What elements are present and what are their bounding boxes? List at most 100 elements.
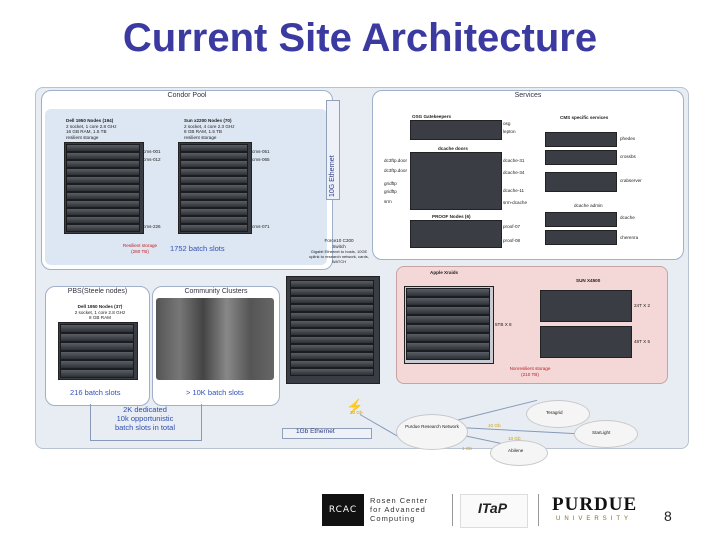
condor-pool-title: Condor Pool [167, 92, 207, 99]
cms-5: dcache [620, 215, 635, 220]
server-unit [180, 200, 248, 208]
node-label-4: cms-051 [252, 149, 270, 154]
xraid-bay [406, 288, 490, 297]
cms-1: phedex [620, 136, 636, 141]
server-unit [66, 144, 140, 152]
condor-batch-slots: 1752 batch slots [170, 244, 225, 253]
node-label-6: cms-071 [252, 224, 270, 229]
door-1: dc3ftp.door [384, 158, 407, 163]
pbs-spec-block: Dell 1950 Nodes (37) 2 socket, 1 core 2.… [60, 304, 140, 321]
purdue-logo: PURDUE [552, 494, 638, 515]
server-unit [60, 369, 134, 378]
server-unit [180, 144, 248, 152]
switch-card [290, 320, 374, 328]
ethernet-1g-label: 1Gb Ethernet [296, 428, 335, 435]
slide-title: Current Site Architecture [122, 16, 598, 60]
server-unit [60, 351, 134, 360]
switch-caption: Force10 C300 Switch Gigabit Ethernet to … [305, 238, 373, 264]
link-1gb: 1 Gb [462, 446, 472, 451]
server-unit [66, 184, 140, 192]
switch-card [290, 336, 374, 344]
sun-x4500-unit-1 [540, 290, 632, 322]
cms-server-3 [545, 172, 617, 192]
node-label-1: cms-001 [143, 149, 161, 154]
gatekeeper-1: osg [503, 121, 511, 126]
xraid-bay [406, 315, 490, 324]
summary-line-2: 10k opportunistic [116, 414, 174, 423]
osg-gatekeepers-label: OSG Gatekeepers [412, 114, 452, 119]
dcache-3: dcache-11 [503, 188, 525, 193]
xraid-bay [406, 297, 490, 306]
cms-2: crossbs [620, 154, 636, 159]
abilene-label: Abilene [508, 448, 524, 453]
logo-divider-1 [452, 494, 453, 526]
server-unit [180, 168, 248, 176]
cms-6: cherenra [620, 235, 639, 240]
switch-card [290, 288, 374, 296]
node-label-5: cms-065 [252, 157, 270, 162]
door-4: gridftp [384, 189, 397, 194]
server-unit [180, 176, 248, 184]
server-unit [180, 224, 248, 232]
switch-card [290, 328, 374, 336]
door-2: dc3ftp.door [384, 168, 407, 173]
xraid-bay [406, 306, 490, 315]
teragrid-label: Teragrid [546, 410, 563, 415]
server-unit [66, 200, 140, 208]
sun-capacity-1: 24T X 2 [634, 303, 651, 308]
server-unit [180, 152, 248, 160]
link-20gb: 20 Gb [350, 410, 363, 415]
dcache-2: dcache-34 [503, 170, 525, 175]
ethernet-10g-bar: 10G Ethernet [326, 100, 340, 200]
rcac-text: Rosen Center for Advanced Computing [370, 496, 428, 523]
pbs-spec-2: 8 GB RAM [89, 315, 111, 321]
rcac-line-3: Computing [370, 514, 416, 523]
server-unit [180, 184, 248, 192]
starlight-label: StarLight [592, 430, 611, 435]
switch-card [290, 368, 374, 376]
xraid-bay [406, 342, 490, 351]
cms-server-1 [545, 132, 617, 147]
apple-capacity: 5TB X 8 [495, 322, 512, 327]
dell-spec-3: resilient storage [66, 134, 99, 140]
logo-divider-2 [538, 494, 539, 526]
dcache-doors-label: dcache doors [438, 146, 468, 151]
pbs-batch-slots: 216 batch slots [70, 388, 121, 397]
switch-card-stack [290, 280, 374, 378]
server-unit [180, 216, 248, 224]
server-unit [180, 208, 248, 216]
xraid-bay [406, 324, 490, 333]
proof-rack [410, 220, 502, 248]
door-3: gridftp [384, 181, 397, 186]
server-unit [66, 224, 140, 232]
cms-services-label: CMS specific services [560, 115, 609, 120]
switch-note: Gigabit Ethernet to hosts, 10GE uplink t… [309, 249, 369, 265]
switch-card [290, 312, 374, 320]
rcac-line-1: Rosen Center [370, 496, 429, 505]
switch-card [290, 296, 374, 304]
dcache-rack [410, 152, 502, 210]
server-unit [180, 160, 248, 168]
apple-xraids-label: Apple Xraids [430, 270, 459, 275]
summary-line-1: 2K dedicated [123, 405, 167, 414]
server-unit [60, 324, 134, 333]
cms-server-5 [545, 230, 617, 245]
dcache-4: srm-dcache [503, 200, 527, 205]
switch-card [290, 360, 374, 368]
purdue-network-label: Purdue Research Network [405, 424, 459, 429]
xraid-bay [406, 351, 490, 360]
rcac-letters: RCAC [328, 505, 358, 515]
dell-server-stack [66, 144, 140, 232]
server-unit [66, 160, 140, 168]
pbs-title: PBS(Steele nodes) [67, 288, 128, 295]
itap-text: ITaP [478, 500, 508, 516]
community-photo [156, 298, 274, 380]
sun-capacity-2: 48T X 5 [634, 339, 651, 344]
summary-line-3: batch slots in total [114, 423, 176, 432]
cms-3: crabserver [620, 178, 642, 183]
resilient-size: (280 TB) [131, 248, 149, 254]
summary-text: 2K dedicated 10k opportunistic batch slo… [92, 405, 198, 432]
sun-x4500-label: SUN X4500 [576, 278, 601, 283]
sun-spec-3: resilient storage [184, 134, 217, 140]
server-unit [66, 176, 140, 184]
